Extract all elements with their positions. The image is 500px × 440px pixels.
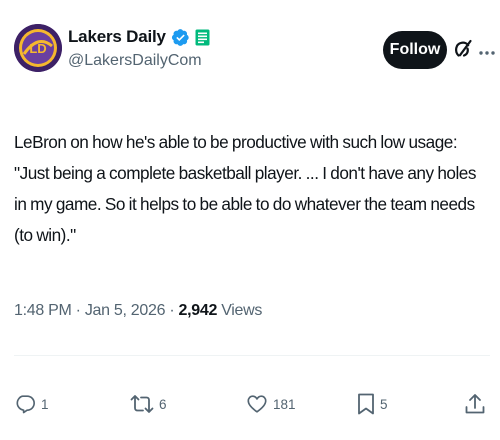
reply-count: 1 (41, 396, 49, 412)
grok-icon[interactable] (452, 37, 474, 61)
repost-button[interactable]: 6 (130, 391, 167, 417)
reply-button[interactable]: 1 (14, 391, 49, 417)
post-card: LD Lakers Daily @LakersDailyCom Follow L… (0, 0, 500, 440)
post-text: LeBron on how he's able to be productive… (14, 132, 476, 245)
share-icon (464, 392, 486, 416)
like-button[interactable]: 181 (246, 391, 296, 417)
svg-text:LD: LD (29, 41, 46, 56)
heart-icon (246, 393, 268, 415)
meta-separator: · (169, 302, 175, 319)
display-name[interactable]: Lakers Daily (68, 27, 166, 47)
meta-separator: · (75, 302, 81, 319)
follow-button[interactable]: Follow (383, 31, 447, 69)
repost-icon (130, 393, 154, 415)
bookmark-button[interactable]: 5 (357, 391, 388, 417)
like-count: 181 (273, 396, 296, 412)
handle[interactable]: @LakersDailyCom (68, 52, 202, 70)
views-count: 2,942 (178, 302, 218, 319)
post-time[interactable]: 1:48 PM (14, 302, 72, 319)
affiliate-badge-icon[interactable] (195, 29, 210, 46)
lakers-daily-logo-icon: LD (14, 24, 62, 72)
repost-count: 6 (159, 396, 167, 412)
reply-icon (14, 393, 36, 415)
avatar[interactable]: LD (14, 24, 62, 72)
verified-badge-icon[interactable] (171, 28, 190, 47)
bookmark-count: 5 (380, 396, 388, 412)
more-icon[interactable] (478, 44, 496, 55)
post-meta: 1:48 PM · Jan 5, 2026 · 2,942 Views (14, 302, 262, 320)
divider (14, 355, 490, 356)
post-date[interactable]: Jan 5, 2026 (85, 302, 166, 319)
name-row: Lakers Daily (68, 27, 210, 47)
views-label: Views (221, 302, 263, 319)
bookmark-icon (357, 392, 375, 416)
share-button[interactable] (464, 391, 486, 417)
